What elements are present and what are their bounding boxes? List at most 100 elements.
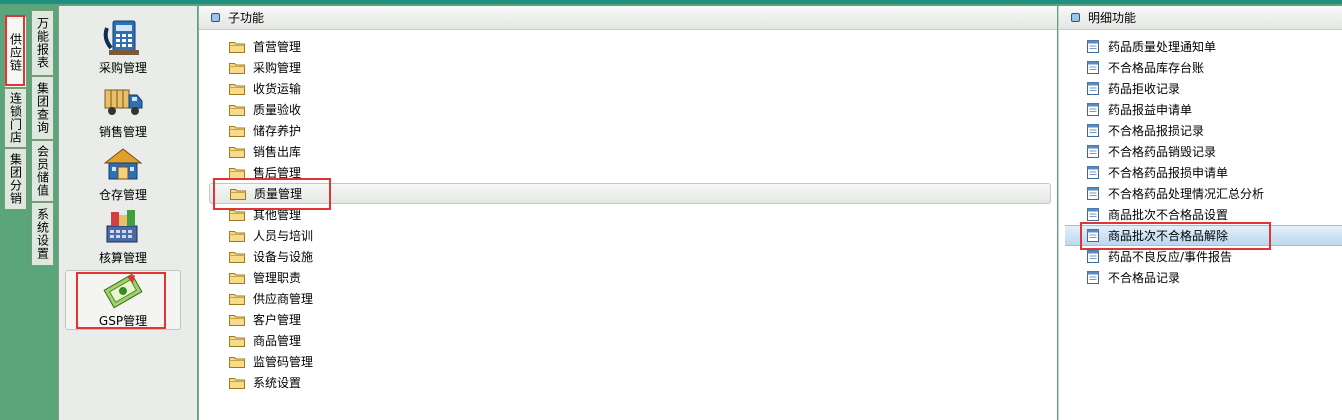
- folder-icon: [229, 356, 245, 368]
- folder-icon: [229, 251, 245, 263]
- panel-title: 子功能: [228, 11, 265, 25]
- tab-supply-chain[interactable]: 供应链: [4, 16, 27, 88]
- sub-function-item[interactable]: 设备与设施: [229, 246, 313, 267]
- sub-function-item[interactable]: 人员与培训: [229, 225, 313, 246]
- sub-function-item[interactable]: 质量验收: [229, 99, 301, 120]
- tab-universal-reports[interactable]: 万能报表: [31, 10, 54, 76]
- folder-icon: [229, 125, 245, 137]
- sub-function-label: 质量验收: [253, 103, 302, 117]
- tab-chain-stores[interactable]: 连锁门店: [4, 88, 27, 148]
- detail-function-label: 药品质量处理通知单: [1108, 40, 1217, 54]
- detail-function-item[interactable]: 不合格品库存台账: [1087, 57, 1204, 78]
- detail-function-item[interactable]: 药品拒收记录: [1087, 78, 1180, 99]
- sub-function-item[interactable]: 质量管理: [209, 183, 1051, 204]
- sub-function-label: 首营管理: [253, 40, 302, 54]
- module-accounting[interactable]: 核算管理: [65, 208, 181, 268]
- tab-label: 集团查询: [35, 82, 50, 134]
- document-icon: [1087, 145, 1099, 158]
- document-icon: [1087, 271, 1099, 284]
- folder-icon: [229, 230, 245, 242]
- sub-function-label: 监管码管理: [253, 355, 314, 369]
- document-icon: [1087, 250, 1099, 263]
- sub-function-item[interactable]: 其他管理: [229, 204, 301, 225]
- tab-system-settings[interactable]: 系统设置: [31, 202, 54, 266]
- sub-function-item[interactable]: 监管码管理: [229, 351, 313, 372]
- sub-function-label: 储存养护: [253, 124, 302, 138]
- detail-function-item[interactable]: 商品批次不合格品设置: [1087, 204, 1228, 225]
- sub-function-item[interactable]: 储存养护: [229, 120, 301, 141]
- sub-function-label: 商品管理: [253, 334, 302, 348]
- document-icon: [1087, 40, 1099, 53]
- tab-label: 集团分销: [8, 153, 23, 205]
- folder-icon: [229, 167, 245, 179]
- detail-function-item[interactable]: 药品不良反应/事件报告: [1087, 246, 1232, 267]
- tab-group-query[interactable]: 集团查询: [31, 76, 54, 140]
- document-icon: [1087, 166, 1099, 179]
- detail-function-label: 药品不良反应/事件报告: [1108, 250, 1233, 264]
- detail-function-item[interactable]: 不合格品报损记录: [1087, 120, 1204, 141]
- detail-function-label: 药品报益申请单: [1108, 103, 1193, 117]
- tab-group-distribution[interactable]: 集团分销: [4, 148, 27, 210]
- document-icon: [1087, 229, 1099, 242]
- detail-function-item[interactable]: 不合格药品处理情况汇总分析: [1087, 183, 1264, 204]
- sub-function-item[interactable]: 管理职责: [229, 267, 301, 288]
- sub-function-item[interactable]: 售后管理: [229, 162, 301, 183]
- sub-function-label: 销售出库: [253, 145, 302, 159]
- folder-icon: [229, 41, 245, 53]
- detail-function-label: 商品批次不合格品解除: [1108, 229, 1229, 243]
- module-sales[interactable]: 销售管理: [65, 82, 181, 142]
- tab-label: 供应链: [8, 32, 23, 72]
- folder-icon: [229, 335, 245, 347]
- detail-function-item[interactable]: 商品批次不合格品解除: [1065, 225, 1342, 246]
- folder-icon: [229, 146, 245, 158]
- sub-function-item[interactable]: 采购管理: [229, 57, 301, 78]
- detail-function-item[interactable]: 不合格药品报损申请单: [1087, 162, 1228, 183]
- folder-icon: [229, 104, 245, 116]
- module-label: 销售管理: [98, 125, 147, 139]
- sub-function-item[interactable]: 商品管理: [229, 330, 301, 351]
- module-gsp[interactable]: GSP管理: [65, 270, 181, 330]
- sub-function-item[interactable]: 销售出库: [229, 141, 301, 162]
- detail-function-panel: 明细功能 药品质量处理通知单不合格品库存台账 药品拒收记录药品报益申请单 不合格品报…: [1058, 6, 1342, 420]
- detail-function-item[interactable]: 不合格品记录: [1087, 267, 1180, 288]
- secondary-vertical-tabs: 万能报表 集团查询 会员储值 系统设置: [30, 6, 56, 420]
- detail-function-label: 不合格品报损记录: [1108, 124, 1205, 138]
- sub-function-label: 采购管理: [253, 61, 302, 75]
- sub-function-label: 售后管理: [253, 166, 302, 180]
- module-warehouse[interactable]: 仓存管理: [65, 145, 181, 205]
- sub-function-item[interactable]: 客户管理: [229, 309, 301, 330]
- detail-function-item[interactable]: 药品报益申请单: [1087, 99, 1192, 120]
- detail-function-item[interactable]: 药品质量处理通知单: [1087, 36, 1216, 57]
- document-icon: [1087, 187, 1099, 200]
- module-panel: 采购管理 销售管理 仓存管理 核算管理 GSP管理: [58, 6, 197, 420]
- module-label: GSP管理: [98, 314, 148, 328]
- truck-icon: [104, 89, 143, 115]
- folder-icon: [229, 314, 245, 326]
- folder-icon: [229, 377, 245, 389]
- document-icon: [1087, 124, 1099, 137]
- detail-function-label: 不合格药品销毁记录: [1108, 145, 1217, 159]
- sub-function-item[interactable]: 首营管理: [229, 36, 301, 57]
- sub-function-item[interactable]: 收货运输: [229, 78, 301, 99]
- tab-member-stored-value[interactable]: 会员储值: [31, 140, 54, 202]
- header-bullet-icon: [211, 13, 220, 22]
- module-label: 采购管理: [98, 61, 147, 75]
- sub-function-label: 系统设置: [253, 376, 302, 390]
- sub-function-label: 质量管理: [254, 187, 303, 201]
- tab-label: 系统设置: [35, 208, 50, 260]
- folder-icon: [229, 83, 245, 95]
- sub-function-item[interactable]: 系统设置: [229, 372, 301, 393]
- sub-function-label: 人员与培训: [253, 229, 314, 243]
- primary-vertical-tabs: 供应链 连锁门店 集团分销: [0, 6, 30, 420]
- warehouse-icon: [103, 148, 143, 180]
- module-purchase[interactable]: 采购管理: [65, 18, 181, 78]
- sub-function-item[interactable]: 供应商管理: [229, 288, 313, 309]
- detail-function-item[interactable]: 不合格药品销毁记录: [1087, 141, 1216, 162]
- folder-icon: [229, 62, 245, 74]
- calculator-icon: [103, 20, 139, 55]
- header-bullet-icon: [1071, 13, 1080, 22]
- panel-title: 明细功能: [1088, 11, 1137, 25]
- document-icon: [1087, 103, 1099, 116]
- accounting-icon: [106, 210, 138, 243]
- folder-icon: [230, 188, 246, 200]
